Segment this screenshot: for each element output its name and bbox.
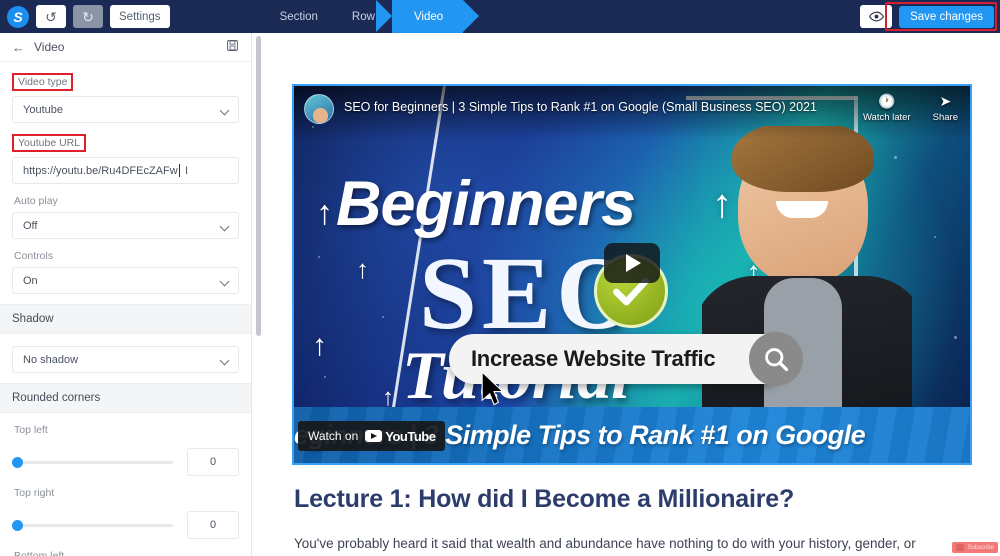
- bottom-left-label: Bottom left: [14, 550, 65, 556]
- share-label: Share: [932, 112, 958, 123]
- top-left-corner-field: Top left: [0, 413, 251, 441]
- video-thumbnail: ↑ ↑ ↑ ↑ ↑ ↑ Beginners SEO SEO for Beginn…: [294, 86, 970, 463]
- redo-icon: ↻: [82, 8, 94, 25]
- shadow-value: No shadow: [23, 353, 79, 366]
- up-arrow-icon: ↑: [356, 254, 369, 284]
- sidebar-scrollbar[interactable]: [256, 36, 261, 336]
- floppy-disk-icon[interactable]: [226, 39, 239, 55]
- text-caret: [178, 164, 180, 177]
- channel-avatar[interactable]: [304, 94, 334, 124]
- controls-select[interactable]: On: [12, 267, 239, 294]
- clock-icon: 🕐: [878, 93, 896, 109]
- top-right-label: Top right: [14, 487, 55, 499]
- undo-icon: ↺: [45, 8, 57, 25]
- auto-play-select[interactable]: Off: [12, 212, 239, 239]
- top-toolbar: S ↺ ↻ Settings Section Row Video Save ch…: [0, 0, 1000, 33]
- panel-header: ← Video: [0, 33, 251, 62]
- bottom-left-corner-field: Bottom left: [0, 539, 251, 556]
- video-type-value: Youtube: [23, 103, 63, 116]
- top-left-slider-row: 0: [0, 448, 251, 476]
- subscribe-label: Subscribe: [967, 544, 994, 551]
- subscribe-badge[interactable]: Subscribe: [952, 542, 998, 553]
- up-arrow-icon: ↑: [312, 329, 327, 362]
- back-arrow-icon[interactable]: ←: [12, 40, 25, 55]
- top-right-slider[interactable]: [12, 519, 173, 531]
- top-left-label: Top left: [14, 424, 48, 436]
- share-button[interactable]: ➤ Share: [933, 93, 958, 123]
- view-button[interactable]: [860, 5, 893, 28]
- youtube-top-overlay: SEO for Beginners | 3 Simple Tips to Ran…: [294, 86, 970, 140]
- breadcrumb-section[interactable]: Section: [263, 0, 335, 33]
- video-embed-block[interactable]: ↑ ↑ ↑ ↑ ↑ ↑ Beginners SEO SEO for Beginn…: [292, 84, 972, 465]
- lecture-heading: Lecture 1: How did I Become a Millionair…: [294, 485, 795, 513]
- youtube-url-field: Youtube URL https://youtu.be/Ru4DFEcZAFw…: [0, 123, 251, 184]
- shadow-section-header: Shadow: [0, 304, 251, 334]
- breadcrumb: Section Row Video: [263, 0, 480, 33]
- youtube-actions: 🕐 Watch later ➤ Share: [863, 93, 958, 123]
- youtube-play-icon: [365, 430, 383, 442]
- auto-play-value: Off: [23, 219, 38, 232]
- controls-value: On: [23, 274, 38, 287]
- up-arrow-icon: ↑: [316, 194, 333, 232]
- video-type-label: Video type: [12, 73, 74, 91]
- page-canvas: ↑ ↑ ↑ ↑ ↑ ↑ Beginners SEO SEO for Beginn…: [262, 33, 1000, 556]
- undo-button[interactable]: ↺: [36, 5, 66, 28]
- redo-button[interactable]: ↻: [73, 5, 103, 28]
- youtube-logo: YouTube: [365, 428, 436, 444]
- breadcrumb-video[interactable]: Video: [375, 0, 480, 33]
- controls-label: Controls: [14, 250, 54, 262]
- top-right-slider-row: 0: [0, 511, 251, 539]
- lecture-paragraph: You've probably heard it said that wealt…: [294, 536, 916, 551]
- shadow-select[interactable]: No shadow: [12, 346, 239, 373]
- watch-on-youtube-button[interactable]: Watch on YouTube: [298, 421, 446, 451]
- panel-title: Video: [34, 40, 65, 54]
- auto-play-field: Auto play Off: [0, 184, 251, 239]
- video-type-field: Video type Youtube: [0, 62, 251, 123]
- watch-on-label: Watch on: [308, 429, 359, 443]
- eye-icon: [868, 11, 884, 22]
- top-right-corner-field: Top right: [0, 476, 251, 504]
- youtube-url-input[interactable]: https://youtu.be/Ru4DFEcZAFw I: [12, 157, 239, 184]
- person-photo: [702, 126, 912, 446]
- settings-sidebar: ← Video Video type Youtube Youtube URL h…: [0, 33, 252, 556]
- search-bar-text: Increase Website Traffic: [471, 346, 716, 371]
- controls-field: Controls On: [0, 239, 251, 294]
- top-right-value-input[interactable]: 0: [187, 511, 239, 539]
- toolbar-right-group: Save changes: [860, 0, 994, 33]
- play-button[interactable]: [604, 243, 660, 284]
- save-changes-button[interactable]: Save changes: [899, 5, 994, 28]
- video-type-select[interactable]: Youtube: [12, 96, 239, 123]
- watch-later-label: Watch later: [862, 112, 911, 123]
- app-root: S ↺ ↻ Settings Section Row Video Save ch…: [0, 0, 1000, 556]
- slider-knob[interactable]: [12, 456, 23, 468]
- mouse-cursor-icon: [481, 371, 505, 406]
- youtube-url-value: https://youtu.be/Ru4DFEcZAFw: [23, 164, 178, 177]
- auto-play-label: Auto play: [14, 195, 58, 207]
- app-logo[interactable]: S: [7, 5, 29, 28]
- youtube-wordmark: YouTube: [385, 428, 436, 444]
- play-triangle-icon: [626, 254, 641, 273]
- top-left-value-input[interactable]: 0: [187, 448, 239, 476]
- settings-button[interactable]: Settings: [110, 5, 170, 28]
- rounded-corners-section-header: Rounded corners: [0, 383, 251, 413]
- youtube-url-label: Youtube URL: [12, 134, 87, 152]
- youtube-subscribe-icon: [956, 544, 965, 551]
- shadow-field: No shadow: [0, 346, 251, 373]
- watch-later-button[interactable]: 🕐 Watch later: [863, 93, 911, 123]
- top-left-slider[interactable]: [12, 456, 173, 468]
- ibeam-cursor-icon: I: [185, 164, 189, 177]
- magnifier-icon: [749, 332, 803, 386]
- share-arrow-icon: ➤: [939, 93, 952, 109]
- slider-knob[interactable]: [12, 519, 23, 531]
- youtube-video-title: SEO for Beginners | 3 Simple Tips to Ran…: [344, 100, 817, 114]
- thumbnail-text-beginners: Beginners: [336, 169, 636, 239]
